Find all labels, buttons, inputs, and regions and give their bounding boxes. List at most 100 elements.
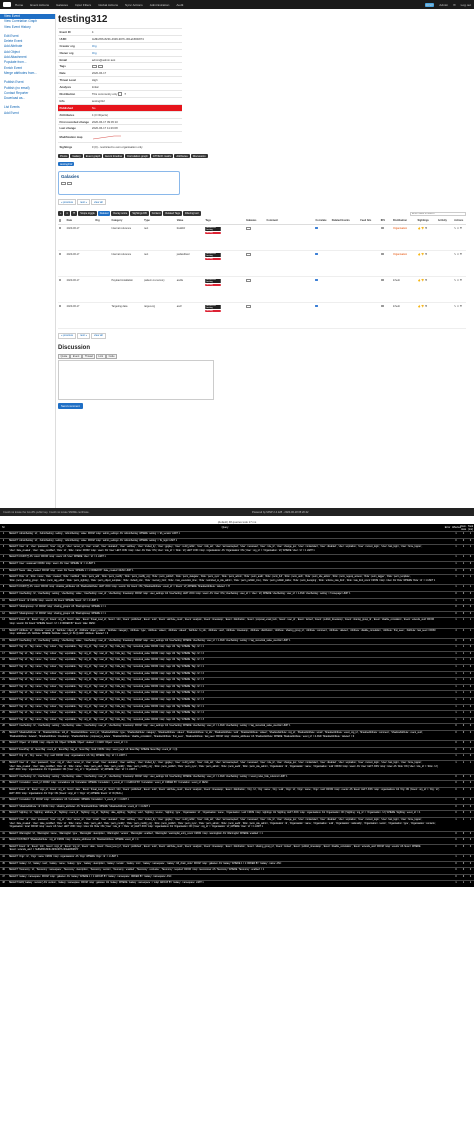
row-select[interactable]: [58, 276, 67, 303]
nav-event-actions[interactable]: Event Actions: [30, 3, 49, 7]
code-button[interactable]: Code: [106, 353, 118, 360]
pagination-prev[interactable]: « previous: [58, 199, 76, 206]
tag-chip[interactable]: testing: [205, 229, 222, 232]
logout-link[interactable]: Log out: [461, 3, 471, 7]
tab-correlation-graph[interactable]: Correlation graph: [125, 153, 150, 159]
pagination-prev[interactable]: « previous: [58, 332, 76, 339]
nav-galaxies[interactable]: Galaxies: [56, 3, 68, 7]
add-galaxy-icon[interactable]: [246, 278, 252, 282]
row-select[interactable]: [58, 250, 67, 277]
event-button[interactable]: Event: [70, 353, 82, 360]
tag-chip[interactable]: testing: [205, 257, 222, 260]
attr-correlate[interactable]: [314, 224, 332, 251]
meta-value-creator-org[interactable]: Org: [90, 41, 182, 50]
attr-actions[interactable]: ✎ ✕ ☰: [453, 276, 466, 303]
misp-badge[interactable]: MISP: [424, 2, 435, 7]
attr-actions[interactable]: ✎ ✕ ☰: [453, 250, 466, 277]
meta-value-owner-org[interactable]: Org: [90, 48, 182, 57]
attr-comment[interactable]: [266, 302, 315, 329]
filtering-tool-button[interactable]: Filtering tool: [182, 211, 201, 216]
attr-sightings[interactable]: 👍 👎 ⚑: [416, 302, 438, 329]
sidebar-add-event[interactable]: Add Event: [0, 111, 55, 116]
attr-comment[interactable]: [266, 224, 315, 251]
ids-checkbox[interactable]: [380, 226, 384, 230]
row-select[interactable]: [58, 224, 67, 251]
list-view-button[interactable]: ≡: [64, 211, 70, 216]
pagination-view-all[interactable]: view all: [91, 332, 106, 339]
nav-input-filters[interactable]: Input Filters: [75, 3, 91, 7]
context-button[interactable]: Context: [149, 211, 163, 216]
attr-sightings[interactable]: 👍 👎 ⚑: [416, 224, 438, 251]
tab-attack-matrix[interactable]: ATT&CK matrix: [150, 153, 174, 159]
attribute-search-input[interactable]: [410, 211, 466, 216]
misp-logo[interactable]: [3, 2, 11, 7]
quote-button[interactable]: Quote: [58, 353, 70, 360]
tab-event-timeline[interactable]: Event timeline: [103, 153, 125, 159]
share-icon[interactable]: ⚭: [124, 92, 126, 96]
add-tag-button[interactable]: [91, 65, 97, 69]
tab-galaxy[interactable]: Galaxy: [70, 153, 83, 159]
tag-chip[interactable]: testing: [205, 309, 222, 312]
pagination-next[interactable]: next »: [76, 199, 91, 206]
add-local-tag-button[interactable]: [97, 65, 103, 69]
link-button[interactable]: Link: [95, 353, 106, 360]
add-attribute-button[interactable]: +: [58, 211, 64, 216]
add-local-galaxy-button[interactable]: [67, 181, 72, 185]
attr-value[interactable]: lksdkfsf: [176, 224, 205, 251]
attr-correlate[interactable]: [314, 302, 332, 329]
user-email[interactable]: Admin: [439, 3, 448, 7]
row-select[interactable]: [58, 302, 67, 329]
add-galaxy-icon[interactable]: [246, 226, 252, 230]
attr-ids[interactable]: [380, 302, 393, 329]
attr-comment[interactable]: [266, 250, 315, 277]
nav-global-actions[interactable]: Global Actions: [98, 3, 118, 7]
ids-checkbox[interactable]: [380, 278, 384, 282]
attr-ids[interactable]: [380, 276, 393, 303]
attr-sightings[interactable]: 👍 👎 ⚑: [416, 250, 438, 277]
attr-value[interactable]: asdf: [176, 302, 205, 329]
thread-button[interactable]: Thread: [82, 353, 96, 360]
pagination-next[interactable]: next »: [76, 332, 91, 339]
attr-value[interactable]: asdfa: [176, 276, 205, 303]
nav-administration[interactable]: Administration: [150, 3, 170, 7]
pagination-view-all[interactable]: view all: [91, 199, 106, 206]
correlate-checkbox[interactable]: [315, 278, 319, 282]
tab-event-graph[interactable]: Event graph: [83, 153, 103, 159]
attr-ids[interactable]: [380, 250, 393, 277]
attr-distribution[interactable]: Inherit: [392, 302, 417, 329]
tab-discussion[interactable]: Discussion: [190, 153, 208, 159]
add-galaxy-icon[interactable]: [246, 252, 252, 256]
add-galaxy-button[interactable]: [61, 181, 66, 185]
send-comment-button[interactable]: Send comment: [58, 403, 83, 410]
correlate-checkbox[interactable]: [315, 226, 319, 230]
attr-actions[interactable]: ✎ ✕ ☰: [453, 302, 466, 329]
attr-comment[interactable]: [266, 276, 315, 303]
tab-attributes[interactable]: Attributes: [174, 153, 190, 159]
menu-button[interactable]: ☰: [70, 211, 78, 216]
ids-checkbox[interactable]: [380, 304, 384, 308]
distribution-chart-icon[interactable]: [118, 92, 123, 97]
deleted-toggle-button[interactable]: Deleted: [97, 211, 111, 216]
decay-score-button[interactable]: Decay score: [111, 211, 130, 216]
attr-ids[interactable]: [380, 224, 393, 251]
scope-toggle-button[interactable]: Scope toggle: [78, 211, 97, 216]
related-tags-button[interactable]: Related Tags: [163, 211, 182, 216]
nav-sync-actions[interactable]: Sync Actions: [125, 3, 143, 7]
sightings-db-button[interactable]: Sightings DB: [130, 211, 149, 216]
attr-value[interactable]: jasfasdfasd: [176, 250, 205, 277]
attr-distribution[interactable]: Organisation: [392, 250, 417, 277]
correlate-checkbox[interactable]: [315, 252, 319, 256]
attr-correlate[interactable]: [314, 250, 332, 277]
tag-chip[interactable]: testing: [205, 307, 222, 310]
envelope-icon[interactable]: ✉: [453, 3, 456, 7]
attr-actions[interactable]: ✎ ✕ ☰: [453, 224, 466, 251]
attr-sightings[interactable]: 👍 👎 ⚑: [416, 276, 438, 303]
tab-pivots[interactable]: Pivots: [58, 153, 70, 159]
correlate-checkbox[interactable]: [315, 304, 319, 308]
ids-checkbox[interactable]: [380, 252, 384, 256]
nav-home[interactable]: Home: [15, 3, 23, 7]
tag-chip[interactable]: testing: [205, 231, 222, 234]
tag-chip[interactable]: testing: [205, 255, 222, 258]
attr-correlate[interactable]: [314, 276, 332, 303]
add-galaxy-icon[interactable]: [246, 304, 252, 308]
